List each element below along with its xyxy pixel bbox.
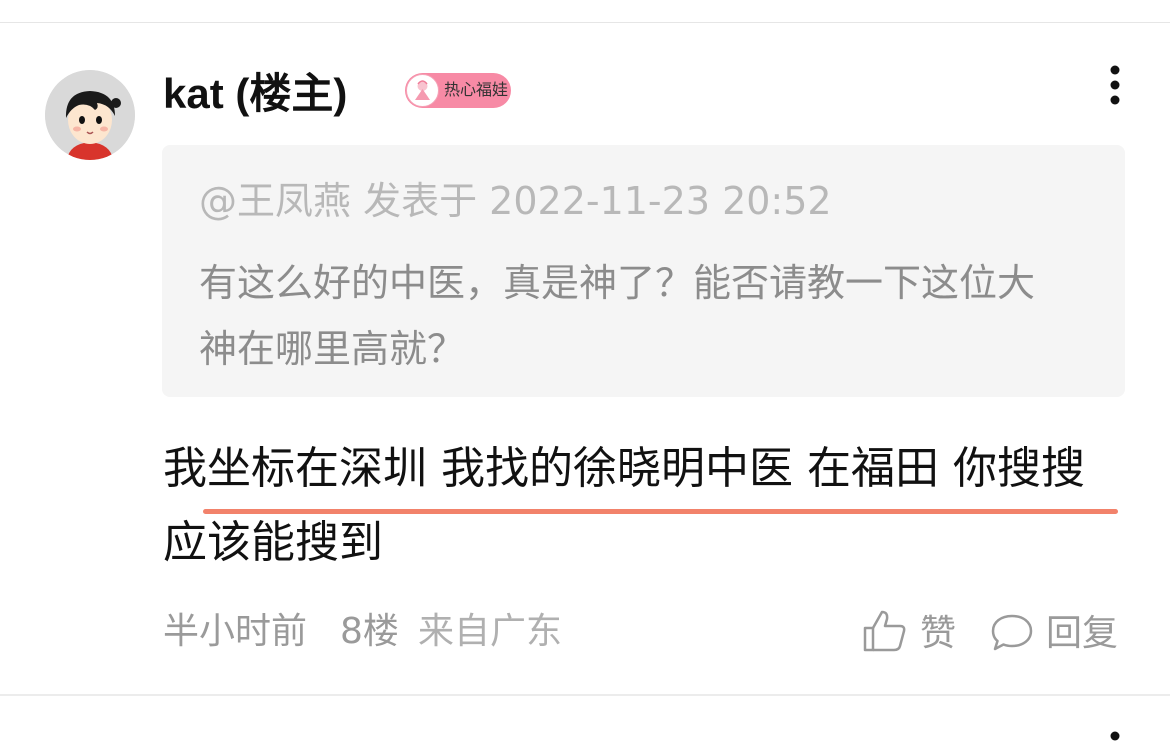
quote-text: 有这么好的中医，真是神了？能否请教一下这位大神在哪里高就？ (199, 261, 1036, 371)
bottom-divider (0, 694, 1170, 696)
more-vertical-icon[interactable] (1100, 64, 1130, 108)
quoted-post[interactable]: @王凤燕 发表于 2022-11-23 20:52 有这么好的中医，真是神了？能… (162, 145, 1125, 397)
comment-bubble-icon (990, 612, 1034, 654)
quote-meta: @王凤燕 发表于 2022-11-23 20:52 (199, 179, 832, 223)
cartoon-avatar-icon (45, 70, 135, 160)
post-time: 半小时前 (163, 611, 308, 652)
like-button[interactable]: 赞 (862, 604, 962, 660)
badge-label: 热心福娃 (444, 80, 509, 99)
more-vertical-icon[interactable] (1108, 724, 1122, 741)
floor-number: 8楼 (340, 611, 399, 652)
thumbs-up-icon (862, 608, 908, 654)
post-region: 来自广东 (418, 611, 563, 652)
reply-button[interactable]: 回复 (990, 604, 1130, 660)
reply-label: 回复 (1046, 613, 1119, 654)
underline-highlight (203, 509, 1118, 514)
reply-body: 我坐标在深圳 我找的徐晓明中医 在福田 你搜搜应该能搜到 (163, 443, 1085, 568)
doll-icon (406, 74, 439, 107)
username[interactable]: kat (楼主) (163, 66, 347, 122)
like-label: 赞 (920, 613, 957, 654)
user-badge[interactable]: 热心福娃 (405, 73, 511, 108)
comment-page: kat (楼主) 热心福娃 @王凤燕 发表于 2022-11-23 20:52 … (0, 0, 1170, 741)
top-divider (0, 22, 1170, 23)
avatar[interactable] (45, 70, 135, 160)
